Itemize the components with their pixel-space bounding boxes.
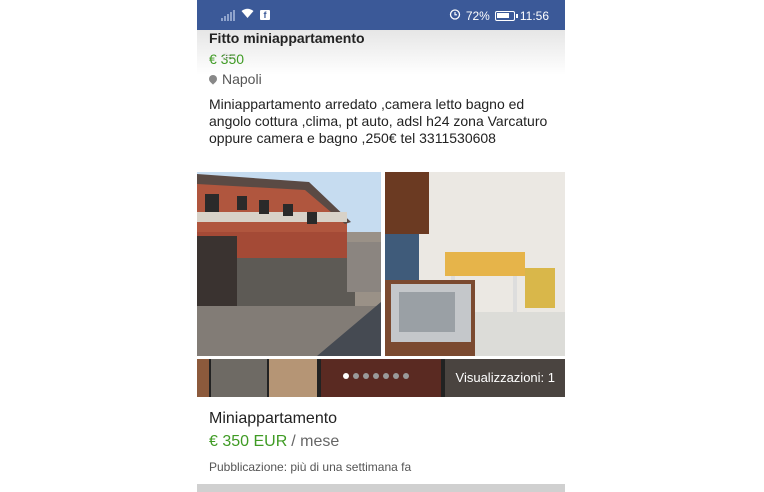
facebook-icon: f [260,10,270,20]
gallery-dot[interactable] [373,373,379,379]
gallery-dot[interactable] [353,373,359,379]
alarm-icon [449,8,461,23]
battery-icon [494,10,518,21]
phone-screen: f 72% 11:56 Fitto miniappartamento € 350… [197,0,565,492]
listing-summary-card[interactable]: Miniappartamento € 350 EUR / mese Pubblic… [197,400,565,484]
photo-kitchen[interactable] [385,172,565,356]
gallery-dot[interactable] [343,373,349,379]
back-arrow-icon[interactable]: ← [219,44,239,64]
photo-building-exterior[interactable] [197,172,381,356]
thumbnail[interactable] [197,359,209,397]
location-pin-icon [207,73,219,85]
photo-gallery[interactable] [197,172,565,356]
gallery-dot[interactable] [383,373,389,379]
location: Napoli [207,71,262,87]
gallery-dot[interactable] [363,373,369,379]
gallery-dot[interactable] [393,373,399,379]
summary-price: € 350 EUR / mese [209,433,339,451]
listing-header: Fitto miniappartamento € 350 ← Napoli [197,30,565,94]
gallery-page-dots [343,373,409,379]
summary-title: Miniappartamento [209,410,338,427]
thumbnail[interactable] [211,359,267,397]
status-bar: f 72% 11:56 [197,0,565,30]
summary-price-value: € 350 EUR [209,433,288,450]
publication-date: Pubblicazione: più di una settimana fa [209,460,412,474]
wifi-icon [241,8,254,22]
listing-description: Miniappartamento arredato ,camera letto … [209,96,548,146]
battery-percent: 72% [465,8,490,23]
thumbnail-strip[interactable]: Visualizzazioni: 1 [197,359,565,397]
bottom-divider [197,484,565,492]
gallery-dot[interactable] [403,373,409,379]
clock: 11:56 [519,8,549,23]
thumbnail[interactable] [269,359,317,397]
summary-price-period: / mese [291,433,340,450]
view-count: Visualizzazioni: 1 [455,370,555,385]
signal-icon [221,9,235,21]
location-label: Napoli [222,71,262,87]
